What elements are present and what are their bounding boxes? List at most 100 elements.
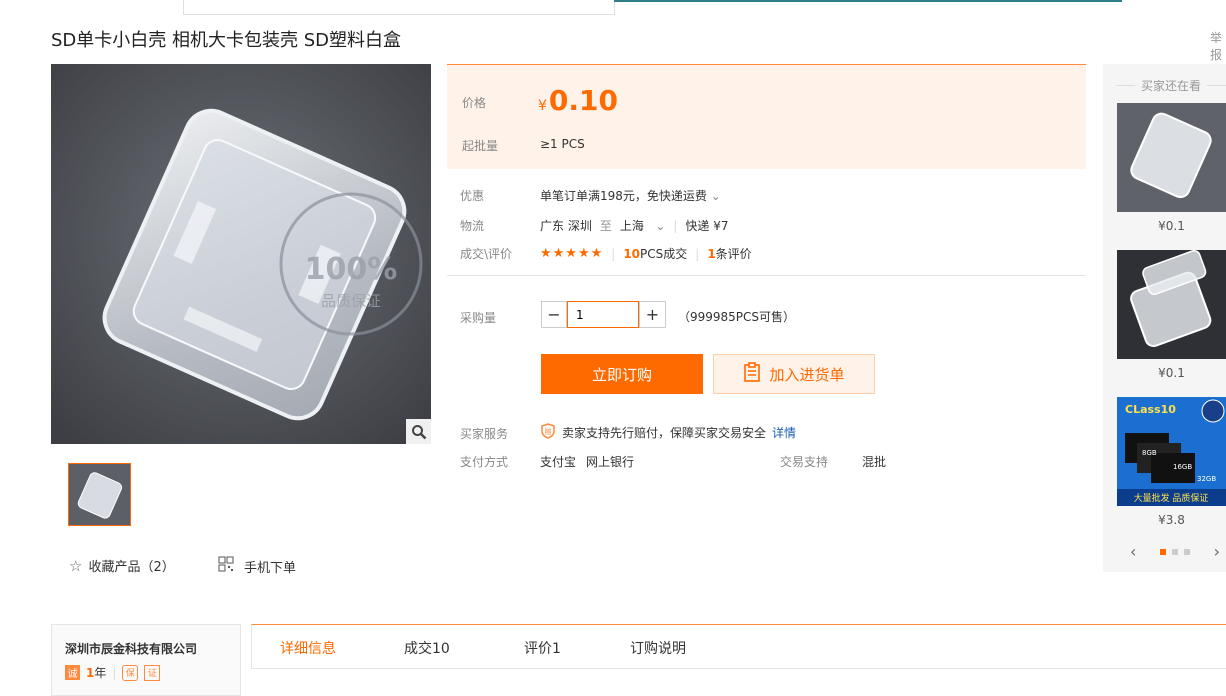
integrity-badge-icon[interactable]: 诚 xyxy=(65,665,80,680)
mobile-order-button[interactable]: 手机下单 xyxy=(218,556,296,576)
chevron-right-icon[interactable]: › xyxy=(1214,542,1220,561)
favorite-button[interactable]: ☆ 收藏产品（2） xyxy=(69,556,175,576)
tab-details[interactable]: 详细信息 xyxy=(280,638,336,658)
promo-text: 单笔订单满198元，免快递运费 xyxy=(540,189,707,203)
carousel-dot[interactable] xyxy=(1160,548,1166,555)
ship-to-word: 至 xyxy=(599,219,612,233)
shield-icon: 赔 xyxy=(540,423,556,442)
divider: | xyxy=(611,246,616,261)
ship-from: 广东 深圳 xyxy=(540,219,592,233)
watermark-percent: 100% xyxy=(305,252,398,287)
chevron-left-icon[interactable]: ‹ xyxy=(1130,542,1136,561)
document-badge-icon[interactable]: 证 xyxy=(144,664,161,681)
sold-suffix: PCS成交 xyxy=(640,247,688,261)
buy-now-label: 立即订购 xyxy=(591,365,652,384)
related-carousel-nav: ‹ › xyxy=(1130,542,1220,561)
top-search-box[interactable] xyxy=(183,0,615,15)
trade-support-value: 混批 xyxy=(862,455,887,469)
star-outline-icon: ☆ xyxy=(69,556,83,575)
gallery-thumbnail[interactable] xyxy=(68,463,131,526)
mobile-order-label: 手机下单 xyxy=(244,560,297,576)
divider: | xyxy=(112,665,117,680)
add-to-cart-label: 加入进货单 xyxy=(769,365,845,384)
related-case-photo xyxy=(1117,250,1226,359)
service-label: 买家服务 xyxy=(460,427,509,441)
service-details-link[interactable]: 详情 xyxy=(772,424,796,441)
related-item-image[interactable]: CLass10 8GB 16GB 32GB 大量批发 品质保证 xyxy=(1117,397,1226,506)
svg-text:赔: 赔 xyxy=(545,427,552,436)
promo-label: 优惠 xyxy=(460,189,485,203)
shipping-label: 物流 xyxy=(460,219,485,233)
ship-destination: 上海 xyxy=(619,219,644,233)
moq-label: 起批量 xyxy=(462,139,499,153)
tab-order-notes[interactable]: 订购说明 xyxy=(630,638,686,658)
related-size-1: 8GB xyxy=(1142,449,1157,457)
service-row: 赔 卖家支持先行赔付，保障买家交易安全 详情 xyxy=(540,423,796,442)
price-value: ¥0.10 xyxy=(538,84,618,117)
company-card xyxy=(51,624,241,696)
thumbnail-image xyxy=(69,464,130,525)
related-title-text: 买家还在看 xyxy=(1141,79,1202,93)
carousel-dot[interactable] xyxy=(1172,548,1178,555)
quantity-decrease-button[interactable]: − xyxy=(541,301,567,328)
ship-method: 快递 ¥7 xyxy=(685,219,729,233)
report-link[interactable]: 举报 xyxy=(1210,29,1226,63)
price-number: 0.10 xyxy=(548,84,619,117)
related-item-price[interactable]: ¥0.1 xyxy=(1117,366,1226,380)
chevron-down-icon: ⌄ xyxy=(710,189,721,203)
carousel-dot[interactable] xyxy=(1184,548,1190,555)
qr-code-icon xyxy=(218,556,234,576)
clear-case-photo: 100% 品质保证 xyxy=(51,64,431,444)
watermark-text: 品质保证 xyxy=(321,292,381,310)
promo-dropdown[interactable]: 单笔订单满198元，免快递运费 ⌄ xyxy=(540,187,721,204)
sold-count: 10 xyxy=(623,247,641,261)
rating-stars: ★★★★★ xyxy=(540,246,604,261)
main-product-image[interactable]: 100% 品质保证 xyxy=(51,64,431,444)
add-to-cart-button[interactable]: 加入进货单 xyxy=(713,354,875,394)
payment-method-bank: 网上银行 xyxy=(586,455,635,469)
review-link[interactable]: 1条评价 xyxy=(707,245,751,262)
moq-value: ≥1 PCS xyxy=(540,137,585,151)
related-title: 买家还在看 xyxy=(1116,77,1226,94)
tab-reviews[interactable]: 评价1 xyxy=(524,638,561,658)
related-sdcard-photo: CLass10 8GB 16GB 32GB 大量批发 品质保证 xyxy=(1117,397,1226,506)
guarantee-badge-icon[interactable]: 保 xyxy=(122,664,139,681)
tab-transactions[interactable]: 成交10 xyxy=(404,638,450,658)
payment-methods: 支付宝 网上银行 xyxy=(540,453,634,470)
detail-tabs xyxy=(251,624,1226,669)
deals-label: 成交\评价 xyxy=(460,247,513,261)
quantity-input[interactable] xyxy=(567,301,639,328)
shipping-row: 广东 深圳 至 上海 ⌄ | 快递 ¥7 xyxy=(540,217,729,234)
section-divider xyxy=(447,275,1086,276)
divider: | xyxy=(695,246,700,261)
related-size-3: 32GB xyxy=(1197,475,1216,483)
years-suffix: 年 xyxy=(94,666,107,680)
review-count: 1 xyxy=(707,247,716,261)
related-item-price[interactable]: ¥3.8 xyxy=(1117,513,1226,527)
related-item-image[interactable] xyxy=(1117,103,1226,212)
deals-row: ★★★★★ | 10PCS成交 | 1条评价 xyxy=(540,245,752,262)
chevron-down-icon: ⌄ xyxy=(655,219,666,233)
buy-now-button[interactable]: 立即订购 xyxy=(541,354,703,394)
company-badges: 诚 1年 | 保 证 xyxy=(65,664,161,681)
clipboard-icon xyxy=(743,362,761,386)
company-name[interactable]: 深圳市辰金科技有限公司 xyxy=(65,640,197,657)
magnifier-icon xyxy=(411,424,426,439)
service-text: 卖家支持先行赔付，保障买家交易安全 xyxy=(562,426,767,440)
ship-destination-select[interactable]: 上海 ⌄ xyxy=(620,217,666,234)
divider: | xyxy=(673,218,678,233)
product-title: SD单卡小白壳 相机大卡包装壳 SD塑料白盒 xyxy=(51,30,402,51)
related-case-photo xyxy=(1117,103,1226,212)
zoom-button[interactable] xyxy=(406,419,431,444)
review-suffix: 条评价 xyxy=(715,247,752,261)
related-size-2: 16GB xyxy=(1173,463,1192,471)
payment-method-alipay: 支付宝 xyxy=(540,455,577,469)
payment-label: 支付方式 xyxy=(460,455,509,469)
related-item-image[interactable] xyxy=(1117,250,1226,359)
price-label: 价格 xyxy=(462,96,487,110)
sold-link[interactable]: 10PCS成交 xyxy=(623,245,687,262)
favorite-label: 收藏产品（2） xyxy=(88,560,175,575)
quantity-increase-button[interactable]: + xyxy=(639,301,666,328)
related-item-price[interactable]: ¥0.1 xyxy=(1117,219,1226,233)
stock-available: （999985PCS可售） xyxy=(678,310,796,324)
